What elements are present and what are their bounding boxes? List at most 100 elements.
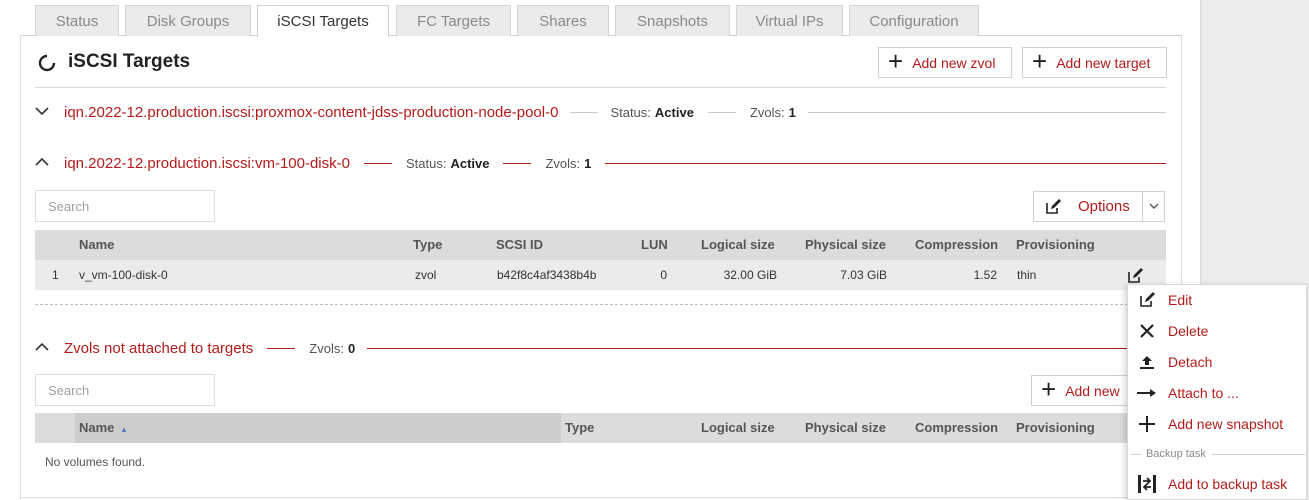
refresh-icon[interactable] (38, 54, 56, 72)
status-value: Active (450, 155, 490, 171)
table-row[interactable]: 1 v_vm-100-disk-0 zvol b42f8c4af3438b4b … (35, 260, 1166, 290)
panel-border (20, 36, 21, 500)
search-input[interactable] (35, 374, 215, 406)
add-label: Add new (1065, 382, 1120, 399)
options-button[interactable]: Options (1033, 191, 1143, 222)
row-compression: 1.52 (973, 268, 997, 282)
column-provisioning[interactable]: Provisioning (1016, 413, 1095, 443)
row-context-menu: Edit Delete Detach Attach to ... Add new… (1127, 284, 1307, 500)
row-provisioning: thin (1017, 268, 1037, 282)
tab-snapshots[interactable]: Snapshots (615, 5, 730, 36)
sort-asc-icon: ▲ (120, 425, 128, 434)
chevron-down-icon[interactable] (1143, 191, 1165, 222)
zvols-count: 1 (584, 155, 592, 171)
menu-item-detach[interactable]: Detach (1128, 347, 1308, 377)
column-type[interactable]: Type (413, 230, 442, 260)
target-row-expanded[interactable]: iqn.2022-12.production.iscsi:vm-100-disk… (35, 153, 1166, 173)
unattached-section-header[interactable]: Zvols not attached to targets Zvols: 0 (35, 338, 1128, 358)
upload-icon (1137, 353, 1157, 371)
row-type: zvol (415, 268, 437, 282)
menu-item-add-snapshot[interactable]: Add new snapshot (1128, 409, 1308, 439)
panel-border (20, 497, 1182, 498)
plus-icon (1137, 415, 1157, 433)
divider-line (363, 162, 392, 164)
plus-icon: + (888, 46, 904, 76)
tab-configuration[interactable]: Configuration (849, 5, 979, 36)
tab-fc-targets[interactable]: FC Targets (396, 5, 511, 36)
tab-disk-groups[interactable]: Disk Groups (125, 5, 251, 36)
menu-item-label: Detach (1168, 354, 1213, 370)
column-lun[interactable]: LUN (641, 230, 668, 260)
column-physical-size[interactable]: Physical size (805, 230, 886, 260)
menu-item-edit[interactable]: Edit (1128, 285, 1308, 315)
edit-icon (1046, 198, 1061, 214)
chevron-up-icon[interactable] (35, 341, 49, 355)
row-logical-size: 32.00 GiB (723, 268, 777, 282)
column-name-label: Name (79, 420, 115, 435)
sorted-column-bg (75, 413, 561, 443)
target-name[interactable]: iqn.2022-12.production.iscsi:vm-100-disk… (64, 155, 350, 172)
menu-item-delete[interactable]: Delete (1128, 316, 1308, 346)
section-divider (35, 87, 1166, 88)
divider-line (807, 111, 1166, 113)
row-index: 1 (52, 268, 59, 282)
plus-icon: + (1041, 374, 1057, 404)
chevron-down-icon[interactable] (35, 105, 49, 119)
options-label: Options (1078, 198, 1130, 215)
arrow-right-icon (1137, 388, 1157, 398)
menu-item-add-to-backup-task[interactable]: Add to backup task (1128, 469, 1308, 499)
column-scsi-id[interactable]: SCSI ID (496, 230, 543, 260)
menu-item-label: Add to backup task (1168, 476, 1288, 492)
column-logical-size[interactable]: Logical size (701, 230, 775, 260)
add-target-button[interactable]: + Add new target (1022, 47, 1167, 78)
add-zvol-label: Add new zvol (912, 54, 996, 71)
menu-item-label: Edit (1168, 292, 1193, 308)
menu-section-backup: Backup task (1128, 447, 1308, 461)
row-name: v_vm-100-disk-0 (79, 268, 168, 282)
zvols-label: Zvols: (309, 340, 344, 356)
column-provisioning[interactable]: Provisioning (1016, 230, 1095, 260)
column-logical-size[interactable]: Logical size (701, 413, 775, 443)
status-label: Status: (405, 155, 447, 171)
tab-virtual-ips[interactable]: Virtual IPs (736, 5, 843, 36)
menu-section-label: Backup task (1146, 448, 1206, 460)
column-name[interactable]: Name ▲ (79, 413, 128, 443)
section-divider (35, 304, 1128, 305)
status-label: Status: (610, 104, 651, 120)
close-icon (1137, 324, 1157, 338)
tab-status[interactable]: Status (35, 5, 119, 36)
add-zvol-button[interactable]: + Add new zvol (878, 47, 1012, 78)
column-compression[interactable]: Compression (915, 413, 998, 443)
menu-item-label: Attach to ... (1168, 385, 1239, 401)
table-header: Name Type SCSI ID LUN Logical size Physi… (35, 230, 1166, 260)
chevron-up-icon[interactable] (35, 156, 49, 170)
row-physical-size: 7.03 GiB (840, 268, 887, 282)
row-scsi-id: b42f8c4af3438b4b (497, 268, 597, 282)
zvols-count: 1 (788, 104, 796, 120)
add-target-label: Add new target (1056, 54, 1151, 71)
tab-iscsi-targets[interactable]: iSCSI Targets (257, 5, 389, 37)
search-input[interactable] (35, 190, 215, 222)
table-header: Name ▲ Type Logical size Physical size C… (35, 413, 1166, 443)
column-physical-size[interactable]: Physical size (805, 413, 886, 443)
zvols-count: 0 (347, 340, 356, 356)
column-type[interactable]: Type (565, 413, 594, 443)
menu-item-label: Add new snapshot (1168, 416, 1284, 432)
status-value: Active (654, 104, 694, 120)
backup-task-icon (1137, 474, 1157, 494)
menu-item-label: Delete (1168, 323, 1209, 339)
column-name[interactable]: Name (79, 230, 114, 260)
target-row-collapsed[interactable]: iqn.2022-12.production.iscsi:proxmox-con… (35, 102, 1166, 122)
row-lun: 0 (660, 268, 667, 282)
edit-icon (1137, 291, 1157, 309)
menu-item-attach[interactable]: Attach to ... (1128, 378, 1308, 408)
unattached-title[interactable]: Zvols not attached to targets (64, 340, 253, 357)
plus-icon: + (1032, 46, 1048, 76)
column-compression[interactable]: Compression (915, 230, 998, 260)
target-name[interactable]: iqn.2022-12.production.iscsi:proxmox-con… (64, 104, 558, 121)
edit-icon[interactable] (1126, 267, 1144, 285)
divider-line (570, 111, 599, 113)
zvols-label: Zvols: (545, 155, 581, 171)
tab-shares[interactable]: Shares (517, 5, 609, 36)
divider-line (707, 111, 736, 113)
